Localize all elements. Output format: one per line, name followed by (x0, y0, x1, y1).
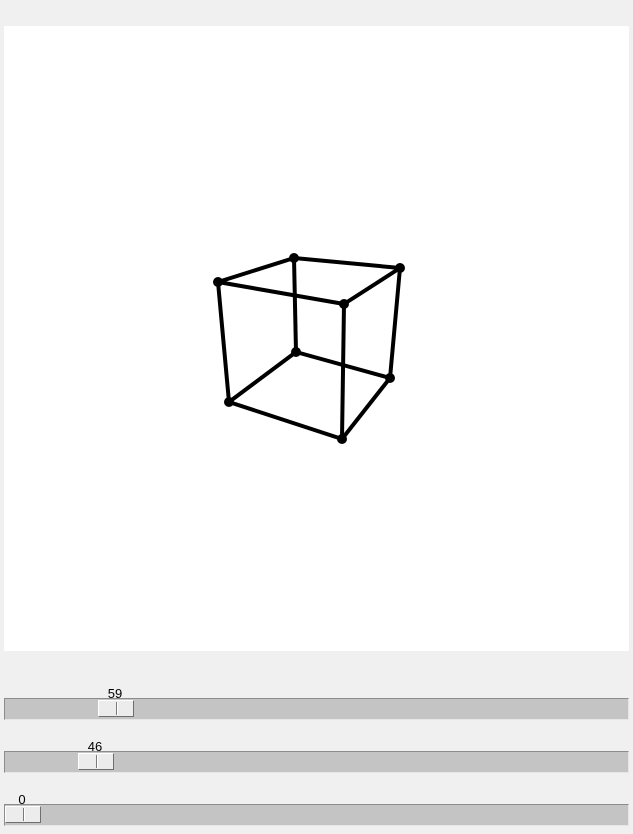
slider-2-trough[interactable] (4, 751, 629, 773)
cube-edge (292, 256, 402, 270)
cube-edge (227, 350, 298, 404)
cube-edge (388, 266, 402, 380)
cube-canvas[interactable] (4, 26, 629, 651)
slider-2[interactable]: 46 (4, 739, 629, 781)
slider-1-thumb[interactable] (98, 700, 134, 717)
cube-edge (227, 400, 344, 441)
cube-vertex (289, 253, 299, 263)
cube-vertex (213, 277, 223, 287)
slider-3-trough[interactable] (4, 804, 629, 826)
cube-vertex (395, 263, 405, 273)
cube-edge (216, 256, 296, 284)
cube-vertex (339, 299, 349, 309)
cube-edge (216, 280, 231, 404)
slider-2-thumb[interactable] (78, 753, 114, 770)
cube-edge (292, 256, 298, 354)
cube-vertex (224, 397, 234, 407)
slider-1[interactable]: 59 (4, 686, 629, 728)
cube-edge (342, 266, 402, 306)
slider-3-thumb[interactable] (5, 806, 41, 823)
cube-wireframe (213, 253, 405, 444)
slider-1-trough[interactable] (4, 698, 629, 720)
cube-vertex (337, 434, 347, 444)
cube-edge (216, 280, 346, 306)
thumb-grip-icon (116, 702, 118, 715)
thumb-grip-icon (96, 755, 98, 768)
cube-edge (340, 302, 346, 441)
thumb-grip-icon (23, 808, 25, 821)
cube-edge (340, 376, 392, 441)
slider-3[interactable]: 0 (4, 792, 629, 834)
cube-vertex (385, 373, 395, 383)
cube-vertex (291, 347, 301, 357)
